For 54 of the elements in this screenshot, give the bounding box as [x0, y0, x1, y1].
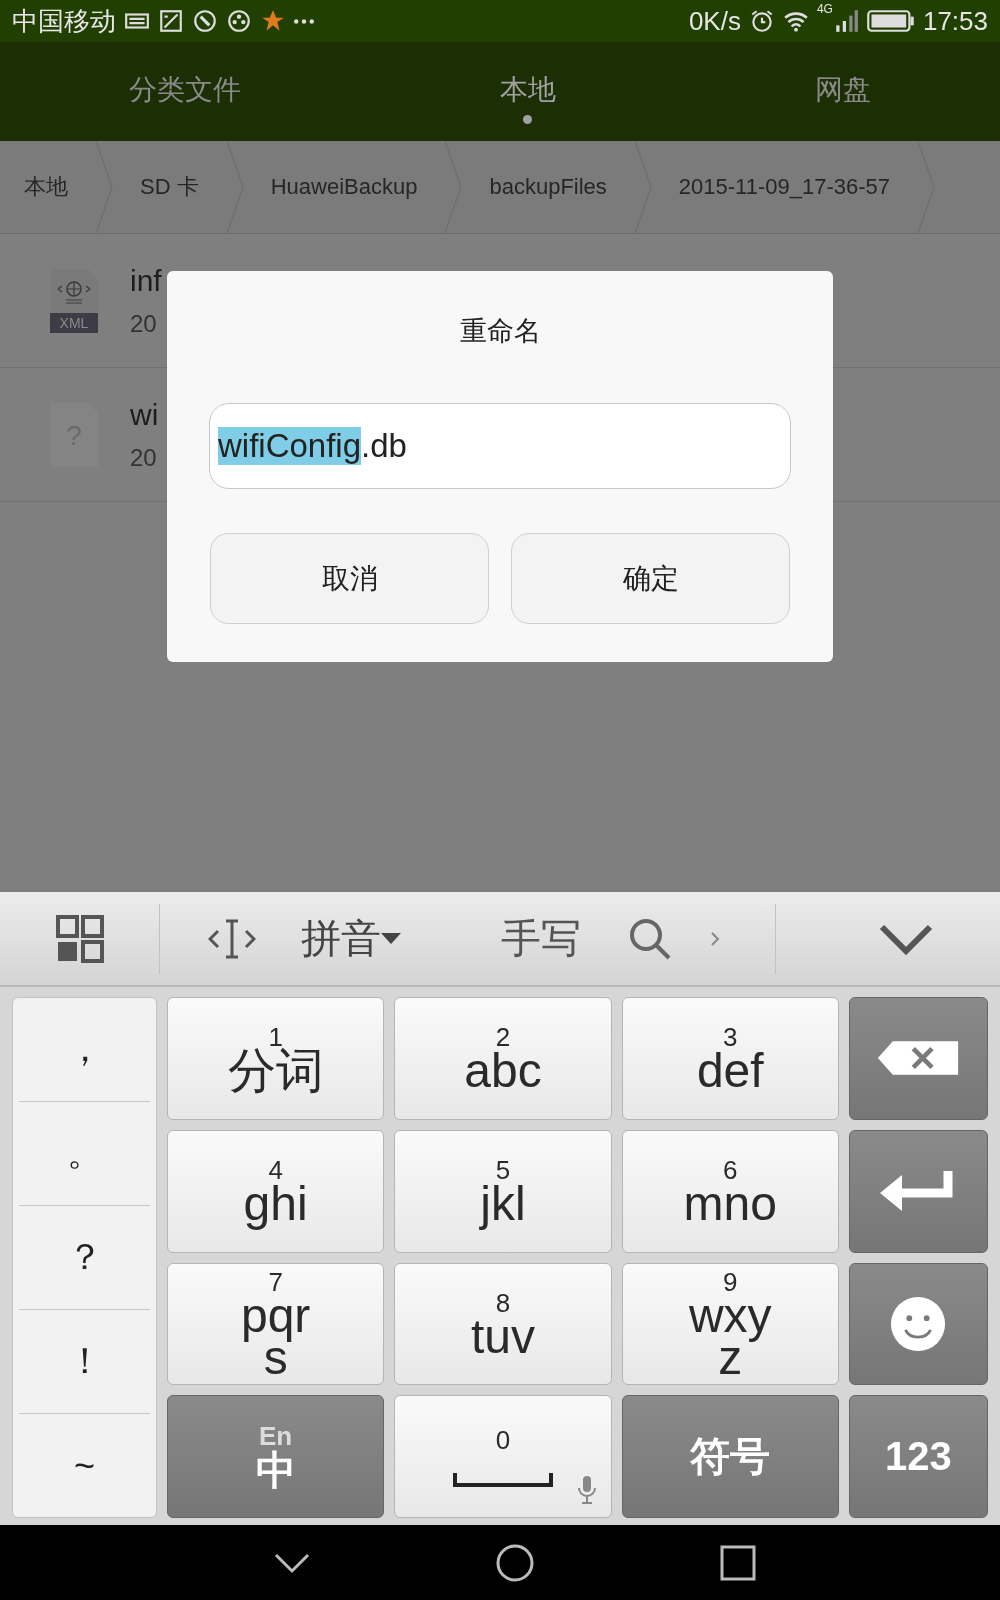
- language-key[interactable]: En 中: [167, 1395, 385, 1518]
- home-icon[interactable]: [495, 1542, 535, 1583]
- space-key[interactable]: 0: [394, 1395, 612, 1518]
- breadcrumb-item[interactable]: 2015-11-09_17-36-57: [652, 174, 917, 200]
- enter-key[interactable]: [848, 1129, 988, 1253]
- key[interactable]: 6 mno: [621, 1129, 839, 1253]
- name-input-field[interactable]: wifiConfig.db: [209, 403, 791, 489]
- key[interactable]: 1 分词: [167, 997, 385, 1120]
- tab[interactable]: 本地: [500, 73, 556, 124]
- key[interactable]: 9 wxy z: [621, 1262, 839, 1386]
- smiley-icon: [889, 1294, 948, 1353]
- space-bar-icon: [452, 1472, 553, 1487]
- breadcrumb-item[interactable]: 本地: [0, 172, 94, 202]
- key[interactable]: 8 tuv: [394, 1262, 612, 1386]
- breadcrumb-item[interactable]: HuaweiBackup: [244, 174, 444, 200]
- symbol-key[interactable]: ，: [19, 998, 150, 1102]
- microphone-icon: [576, 1475, 597, 1505]
- input-mode-button[interactable]: 拼音: [297, 911, 405, 966]
- key[interactable]: 4 ghi: [167, 1129, 385, 1253]
- tab[interactable]: 网盘: [814, 73, 871, 124]
- film-reel-icon: [226, 8, 252, 34]
- network-speed: 0K/s: [688, 5, 741, 37]
- input-mode-button[interactable]: 手写: [497, 911, 585, 966]
- symbol-key[interactable]: ！: [19, 1310, 150, 1414]
- key[interactable]: 2 abc: [394, 997, 612, 1120]
- breadcrumb-item[interactable]: backupFiles: [463, 174, 633, 200]
- breadcrumb-item[interactable]: SD 卡: [114, 172, 225, 202]
- cancel-button[interactable]: 取消: [210, 533, 489, 624]
- image-icon: [158, 8, 184, 34]
- backspace-key[interactable]: [848, 997, 988, 1120]
- key[interactable]: 5 jkl: [394, 1129, 612, 1253]
- file-name: wi: [130, 397, 159, 432]
- symbol-key[interactable]: 。: [19, 1102, 150, 1206]
- chevron-icon: [710, 930, 720, 947]
- confirm-button[interactable]: 确定: [511, 533, 790, 624]
- emoji-key[interactable]: [848, 1262, 988, 1386]
- key[interactable]: 7 pqr s: [167, 1262, 385, 1386]
- network-type: 4G: [816, 2, 833, 16]
- clock: 17:53: [922, 5, 988, 37]
- battery-icon: [866, 8, 915, 34]
- key[interactable]: 3 def: [621, 997, 839, 1120]
- key[interactable]: 符号: [621, 1395, 839, 1518]
- symbol-key[interactable]: ？: [19, 1206, 150, 1310]
- carrier-name: 中国移动: [12, 4, 116, 38]
- key[interactable]: 123: [848, 1395, 988, 1518]
- symbol-key[interactable]: ~: [19, 1414, 150, 1517]
- tab[interactable]: 分类文件: [129, 73, 242, 124]
- file-name: inf: [130, 263, 162, 298]
- grid-menu-icon[interactable]: [56, 914, 104, 963]
- unknown-file-icon: ?: [48, 402, 100, 467]
- dialog-title: 重命名: [459, 315, 541, 348]
- file-date: 20: [130, 443, 158, 472]
- more-icon: [294, 18, 314, 24]
- file-date: 20: [130, 309, 158, 338]
